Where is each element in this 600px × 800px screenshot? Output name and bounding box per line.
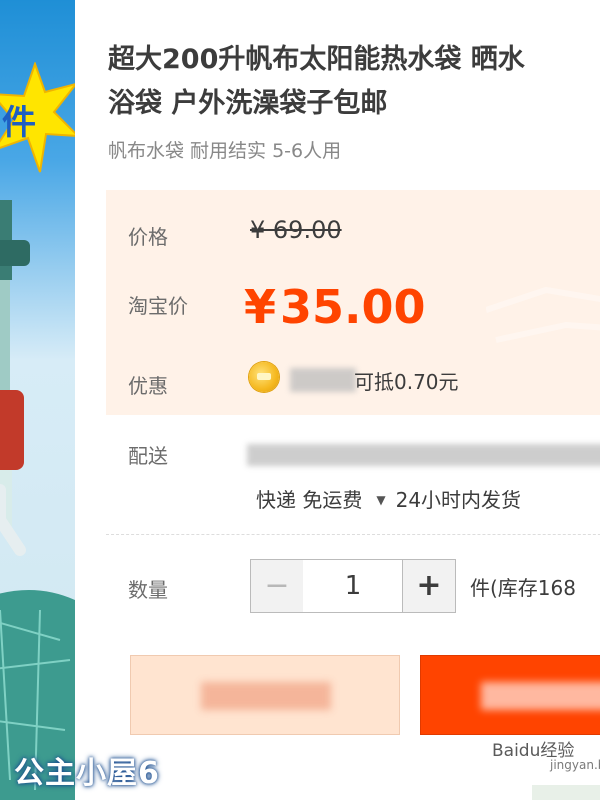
decorative-pattern bbox=[486, 286, 600, 343]
currency-symbol: ¥ bbox=[244, 280, 277, 334]
quantity-increase-button[interactable]: + bbox=[402, 559, 456, 613]
quantity-input[interactable]: 1 bbox=[303, 559, 403, 613]
shipping-info[interactable]: 快递 免运费 ▼ 24小时内发货 bbox=[256, 484, 521, 513]
starburst-badge: 件 bbox=[0, 62, 75, 173]
redacted-promo bbox=[290, 368, 356, 392]
product-detail: 超大200升帆布太阳能热水袋 晒水 浴袋 户外洗澡袋子包邮 帆布水袋 耐用结实 … bbox=[92, 0, 600, 800]
price-label: 价格 bbox=[128, 225, 168, 249]
redacted-cart-label bbox=[481, 682, 600, 710]
quantity-label: 数量 bbox=[128, 578, 168, 602]
shipping-method: 快递 免运费 bbox=[256, 488, 363, 512]
product-title: 超大200升帆布太阳能热水袋 晒水 浴袋 户外洗澡袋子包邮 bbox=[108, 38, 600, 126]
add-to-cart-button[interactable] bbox=[420, 655, 600, 735]
divider bbox=[106, 534, 600, 535]
quantity-decrease-button[interactable]: − bbox=[250, 559, 304, 613]
redacted-delivery-address bbox=[247, 444, 600, 466]
product-subtitle: 帆布水袋 耐用结实 5-6人用 bbox=[108, 140, 342, 162]
dispatch-time: 24小时内发货 bbox=[395, 488, 522, 512]
redacted-buy-label bbox=[201, 682, 331, 710]
bottom-strip bbox=[532, 785, 600, 800]
title-line-1: 超大200升帆布太阳能热水袋 晒水 bbox=[108, 44, 525, 75]
badge-text: 件 bbox=[2, 103, 36, 143]
coin-icon bbox=[249, 362, 279, 392]
original-price: ¥ 69.00 bbox=[250, 216, 342, 244]
promo-text: 可抵0.70元 bbox=[354, 370, 459, 394]
promo-label: 优惠 bbox=[128, 374, 168, 398]
watermark-url: jingyan.baidu.com bbox=[550, 758, 600, 772]
taobao-price: ¥35.00 bbox=[244, 280, 426, 334]
buy-now-button[interactable] bbox=[130, 655, 400, 735]
valve-pipe-illustration bbox=[0, 200, 30, 556]
stock-text: 件(库存168 bbox=[470, 576, 576, 600]
dropdown-caret-icon[interactable]: ▼ bbox=[376, 493, 385, 507]
title-line-2: 浴袋 户外洗澡袋子包邮 bbox=[108, 88, 388, 119]
delivery-label: 配送 bbox=[128, 444, 168, 468]
product-image[interactable]: 件 bbox=[0, 0, 75, 800]
taobao-price-label: 淘宝价 bbox=[128, 294, 188, 318]
taobao-price-value: 35.00 bbox=[280, 280, 426, 334]
